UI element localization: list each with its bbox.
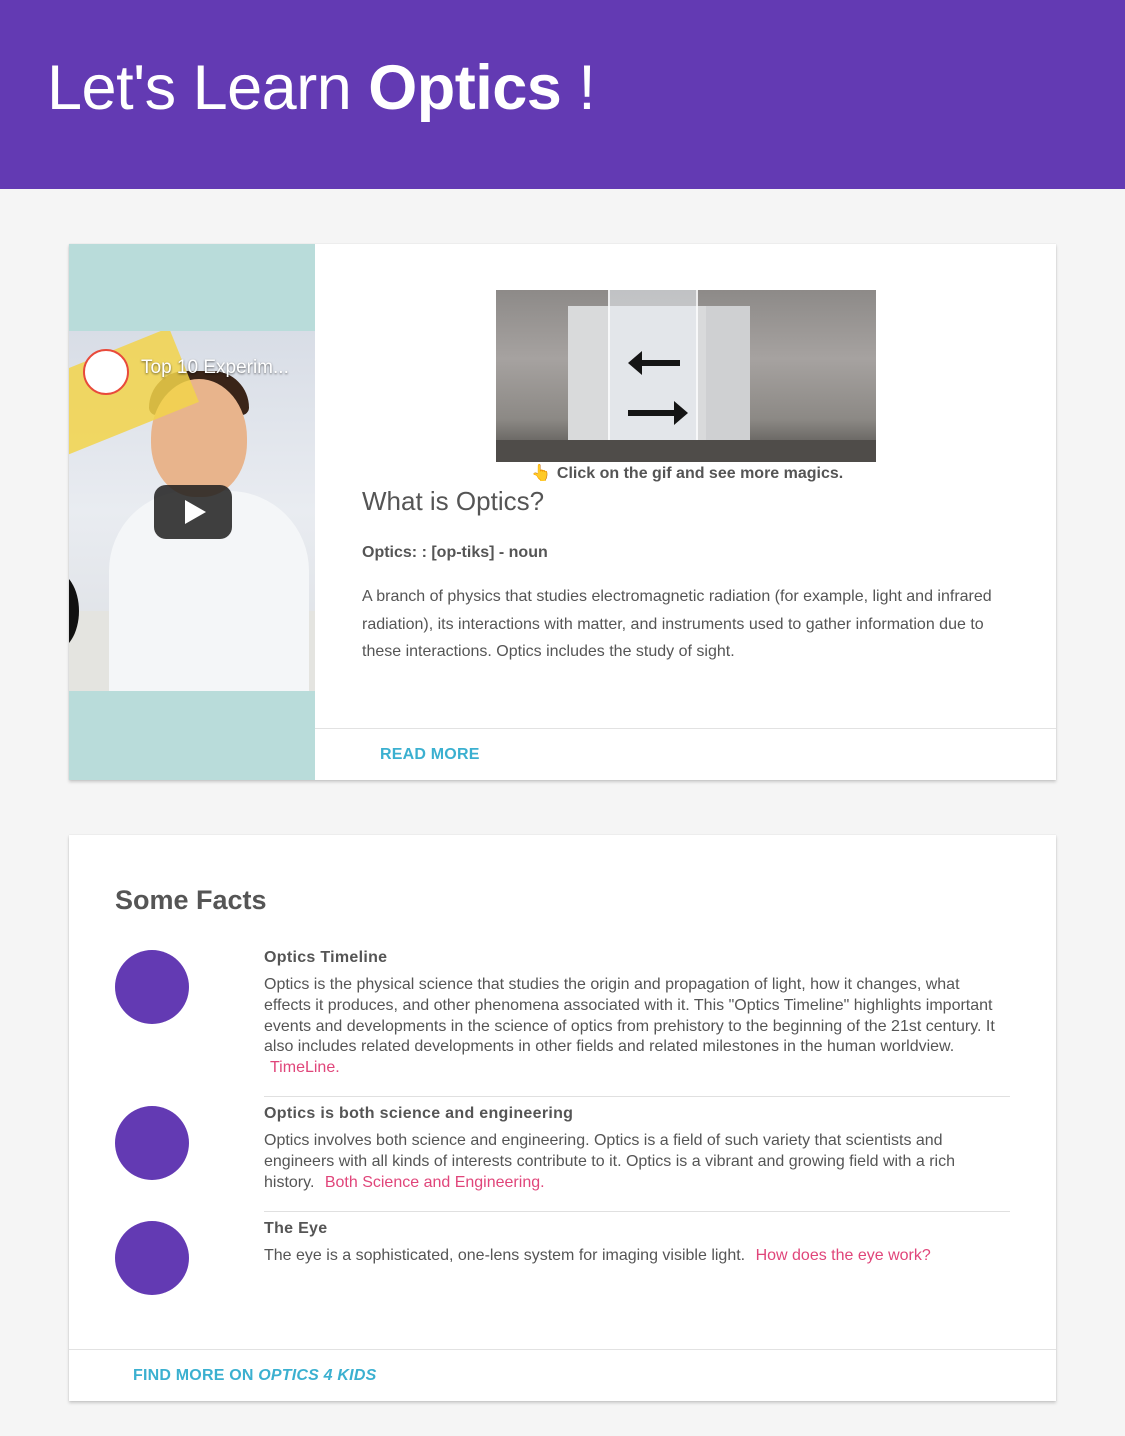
term-definition-label: Optics: : [op-tiks] - noun	[362, 544, 548, 561]
video-embed[interactable]: Top 10 Experim...	[69, 331, 315, 691]
page-title-suffix: !	[561, 53, 596, 123]
some-facts-card: Some Facts Optics Timeline Optics is the…	[69, 835, 1056, 1401]
gif-water-glass	[608, 290, 698, 452]
timeline-link[interactable]: TimeLine.	[270, 1059, 340, 1076]
fact-body: Optics is the physical science that stud…	[264, 975, 1009, 1079]
gif-hint-text: Click on the gif and see more magics.	[556, 465, 844, 482]
find-more-site: Optics 4 kids	[258, 1367, 377, 1384]
card-action-divider	[315, 728, 1056, 729]
fact-body: The eye is a sophisticated, one-lens sys…	[264, 1246, 1009, 1267]
fact-avatar	[115, 1221, 189, 1295]
fact-title: Optics is both science and engineering	[264, 1105, 574, 1122]
fact-divider	[264, 1096, 1010, 1097]
video-panel: Top 10 Experim...	[69, 244, 315, 780]
find-more-prefix: Find more on	[133, 1367, 259, 1384]
what-is-optics-card: Top 10 Experim... 👆 Click on the gif and …	[69, 244, 1056, 780]
term-definition: A branch of physics that studies electro…	[362, 588, 992, 660]
fact-title: Optics Timeline	[264, 949, 388, 966]
gif-floor	[496, 440, 876, 462]
find-more-link[interactable]: Find more on Optics 4 kids	[133, 1367, 376, 1385]
gif-hint: 👆 Click on the gif and see more magics.	[531, 463, 843, 483]
page-title: Let's Learn Optics !	[47, 52, 596, 124]
card-heading: What is Optics?	[362, 486, 545, 516]
gif-right-arrow	[628, 401, 688, 425]
fact-avatar	[115, 950, 189, 1024]
video-title[interactable]: Top 10 Experim...	[141, 357, 289, 379]
fact-avatar	[115, 1106, 189, 1180]
fact-body-text: The eye is a sophisticated, one-lens sys…	[264, 1247, 746, 1264]
gif-backdrop-side	[706, 306, 750, 446]
fact-body: Optics involves both science and enginee…	[264, 1131, 1009, 1193]
page-title-emphasis: Optics	[368, 53, 562, 123]
optics-gif[interactable]	[496, 290, 876, 462]
eye-link[interactable]: How does the eye work?	[756, 1247, 931, 1264]
facts-title: Some Facts	[115, 885, 267, 915]
channel-logo[interactable]	[83, 349, 129, 395]
pointing-hand-icon: 👆	[531, 463, 551, 482]
fact-divider	[264, 1211, 1010, 1212]
fact-body-text: Optics is the physical science that stud…	[264, 976, 995, 1056]
gif-left-arrow	[628, 351, 680, 375]
page-header: Let's Learn Optics !	[0, 0, 1125, 189]
science-engineering-link[interactable]: Both Science and Engineering.	[325, 1174, 545, 1191]
page-title-prefix: Let's Learn	[47, 53, 369, 123]
card-action-divider	[69, 1349, 1056, 1350]
play-icon[interactable]	[154, 485, 232, 539]
read-more-link[interactable]: Read more	[380, 746, 480, 764]
fact-title: The Eye	[264, 1220, 328, 1237]
